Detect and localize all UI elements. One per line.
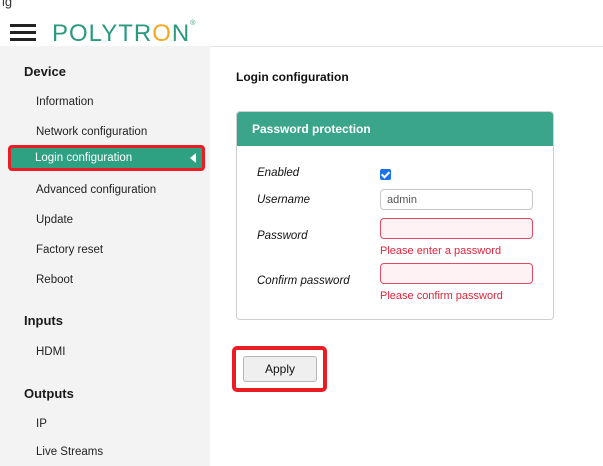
sidebar-item-login-configuration[interactable]: Login configuration: [8, 145, 205, 171]
sidebar-item-reboot[interactable]: Reboot: [36, 274, 73, 286]
confirm-password-label: Confirm password: [257, 275, 350, 287]
top-bar: lg POLYTRON®: [0, 0, 603, 47]
page-title: Login configuration: [236, 70, 349, 84]
sidebar-item-information[interactable]: Information: [36, 96, 94, 108]
panel-title: Password protection: [252, 122, 371, 136]
sidebar-item-label: Login configuration: [35, 152, 133, 164]
enabled-label: Enabled: [257, 167, 300, 179]
username-field[interactable]: [380, 189, 533, 210]
password-protection-panel: Password protection Enabled Username Pas…: [236, 111, 554, 320]
username-label: Username: [257, 194, 311, 206]
sidebar-item-update[interactable]: Update: [36, 214, 73, 226]
sidebar: Device Information Network configuration…: [0, 46, 210, 466]
sidebar-item-network-configuration[interactable]: Network configuration: [36, 126, 147, 138]
sidebar-item-live-streams[interactable]: Live Streams: [36, 446, 103, 458]
apply-button[interactable]: Apply: [243, 356, 317, 382]
sidebar-section-inputs: Inputs: [24, 313, 63, 328]
enabled-checkbox[interactable]: [380, 169, 391, 180]
password-label: Password: [257, 230, 308, 242]
sidebar-section-device: Device: [24, 64, 66, 79]
sidebar-item-advanced-configuration[interactable]: Advanced configuration: [36, 184, 156, 196]
confirm-password-field[interactable]: [380, 263, 533, 284]
confirm-password-error-message: Please confirm password: [380, 290, 503, 302]
hamburger-icon[interactable]: [10, 24, 36, 42]
polytron-logo: POLYTRON®: [52, 20, 197, 47]
sidebar-section-outputs: Outputs: [24, 386, 74, 401]
sidebar-item-hdmi[interactable]: HDMI: [36, 346, 65, 358]
password-error-message: Please enter a password: [380, 245, 502, 257]
sidebar-item-factory-reset[interactable]: Factory reset: [36, 244, 103, 256]
sidebar-item-ip[interactable]: IP: [36, 418, 47, 430]
apply-highlight: Apply: [232, 346, 327, 392]
caret-left-icon: [190, 153, 196, 163]
password-field[interactable]: [380, 218, 533, 239]
cropped-caption-text: lg: [2, 0, 13, 9]
panel-header: Password protection: [237, 112, 553, 146]
